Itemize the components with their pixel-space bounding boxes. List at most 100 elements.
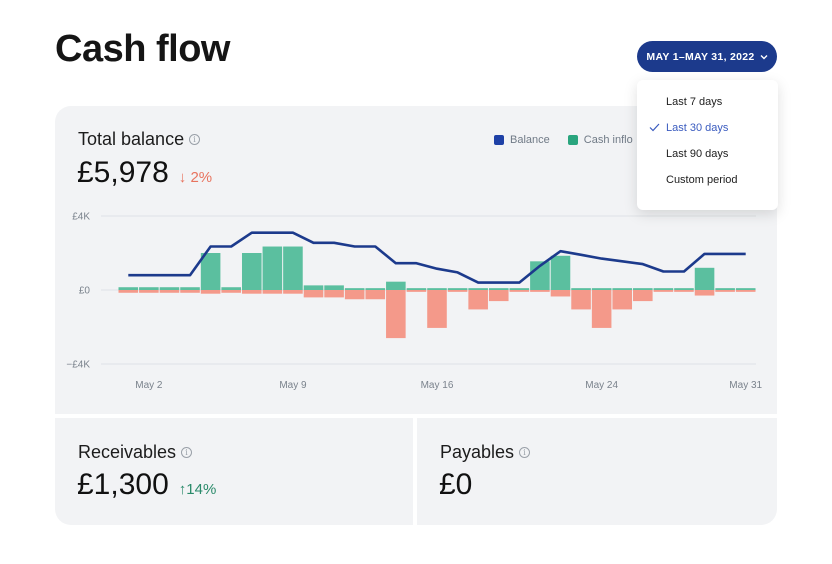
receivables-delta: ↑14%	[179, 481, 217, 498]
outflow-bar	[139, 290, 159, 293]
inflow-bar	[468, 288, 488, 290]
inflow-bar	[694, 267, 715, 290]
menu-item-last-7-days[interactable]: Last 7 days	[637, 89, 778, 115]
outflow-bar	[427, 290, 447, 328]
info-icon[interactable]: i	[181, 447, 193, 458]
info-icon[interactable]: i	[519, 447, 531, 458]
legend-item-cash-inflow[interactable]: Cash inflo	[567, 134, 633, 146]
payables-card: Payables i £0	[417, 418, 777, 525]
legend-label-balance: Balance	[510, 134, 550, 146]
x-tick-label: May 31	[729, 380, 762, 391]
outflow-bar	[488, 290, 509, 302]
inflow-bar	[715, 288, 735, 290]
receivables-label: Receivables	[78, 442, 177, 462]
chart-legend: Balance Cash inflo	[494, 134, 633, 146]
y-tick-label: £4K	[72, 212, 90, 223]
outflow-bar	[612, 290, 633, 310]
outflow-bar	[674, 290, 694, 292]
legend-swatch-inflow	[567, 135, 578, 145]
inflow-bar	[550, 255, 571, 290]
x-tick-label: May 9	[279, 380, 307, 391]
y-tick-label: £0	[79, 286, 91, 297]
checkmark-icon	[649, 123, 660, 132]
inflow-bar	[427, 288, 447, 290]
inflow-bar	[386, 281, 406, 290]
x-tick-label: May 24	[585, 380, 618, 391]
payables-value: £0	[439, 468, 473, 501]
outflow-bar	[447, 290, 468, 292]
menu-item-last-30-days[interactable]: Last 30 days	[637, 115, 778, 141]
outflow-bar	[159, 290, 180, 293]
menu-item-label: Last 30 days	[666, 122, 729, 134]
inflow-bar	[612, 288, 633, 290]
outflow-bar	[324, 290, 344, 298]
outflow-bar	[591, 290, 612, 328]
outflow-bar	[344, 290, 365, 300]
inflow-bar	[365, 288, 386, 290]
inflow-bar	[571, 288, 591, 290]
menu-item-label: Custom period	[666, 174, 738, 186]
outflow-bar	[550, 290, 571, 297]
outflow-bar	[633, 290, 653, 302]
inflow-bar	[406, 288, 427, 290]
outflow-bar	[406, 290, 427, 292]
outflow-bar	[262, 290, 283, 294]
inflow-bar	[159, 287, 180, 290]
inflow-bar	[591, 288, 612, 290]
outflow-bar	[653, 290, 674, 292]
outflow-bar	[365, 290, 386, 300]
inflow-bar	[200, 253, 221, 290]
outflow-bar	[180, 290, 200, 293]
outflow-bar	[571, 290, 591, 310]
outflow-bar	[735, 290, 756, 292]
inflow-bar	[344, 288, 365, 290]
outflow-bar	[303, 290, 324, 298]
inflow-bar	[118, 287, 139, 290]
date-range-menu: Last 7 days Last 30 days Last 90 days Cu…	[637, 80, 778, 210]
menu-item-label: Last 90 days	[666, 148, 729, 160]
receivables-value-row: £1,300 ↑14%	[77, 468, 216, 502]
outflow-bar	[715, 290, 735, 292]
legend-item-balance[interactable]: Balance	[494, 134, 550, 146]
inflow-bar	[735, 288, 756, 290]
delta-value: 14%	[186, 481, 217, 498]
inflow-bar	[139, 287, 159, 290]
inflow-bar	[488, 288, 509, 290]
inflow-bar	[633, 288, 653, 290]
receivables-label-row: Receivables i	[78, 442, 193, 463]
menu-item-label: Last 7 days	[666, 96, 723, 108]
balance-line	[128, 231, 746, 284]
payables-value-row: £0	[439, 468, 472, 502]
outflow-bar	[386, 290, 406, 339]
outflow-bar	[468, 290, 488, 310]
outflow-bar	[200, 290, 221, 294]
inflow-bar	[241, 253, 262, 290]
inflow-bar	[674, 288, 694, 290]
outflow-bar	[221, 290, 241, 293]
payables-label: Payables	[440, 442, 515, 462]
inflow-bar	[262, 246, 283, 290]
inflow-bar	[221, 287, 241, 290]
outflow-bar	[241, 290, 262, 294]
x-tick-label: May 2	[135, 380, 163, 391]
inflow-bar	[447, 288, 468, 290]
inflow-bar	[303, 285, 324, 290]
outflow-bar	[530, 290, 550, 292]
y-tick-label: −£4K	[66, 360, 90, 371]
inflow-bar	[283, 246, 303, 290]
menu-item-last-90-days[interactable]: Last 90 days	[637, 141, 778, 167]
outflow-bar	[118, 290, 139, 293]
x-tick-label: May 16	[421, 380, 454, 391]
legend-label-inflow: Cash inflo	[583, 134, 633, 146]
receivables-value: £1,300	[77, 468, 169, 501]
outflow-bar	[694, 290, 715, 296]
inflow-bar	[509, 288, 530, 290]
payables-label-row: Payables i	[440, 442, 531, 463]
receivables-card: Receivables i £1,300 ↑14%	[55, 418, 413, 525]
outflow-bar	[509, 290, 530, 292]
inflow-bar	[180, 287, 200, 290]
menu-item-custom-period[interactable]: Custom period	[637, 167, 778, 193]
inflow-bar	[324, 285, 344, 290]
outflow-bar	[283, 290, 303, 294]
legend-swatch-balance	[494, 135, 504, 145]
